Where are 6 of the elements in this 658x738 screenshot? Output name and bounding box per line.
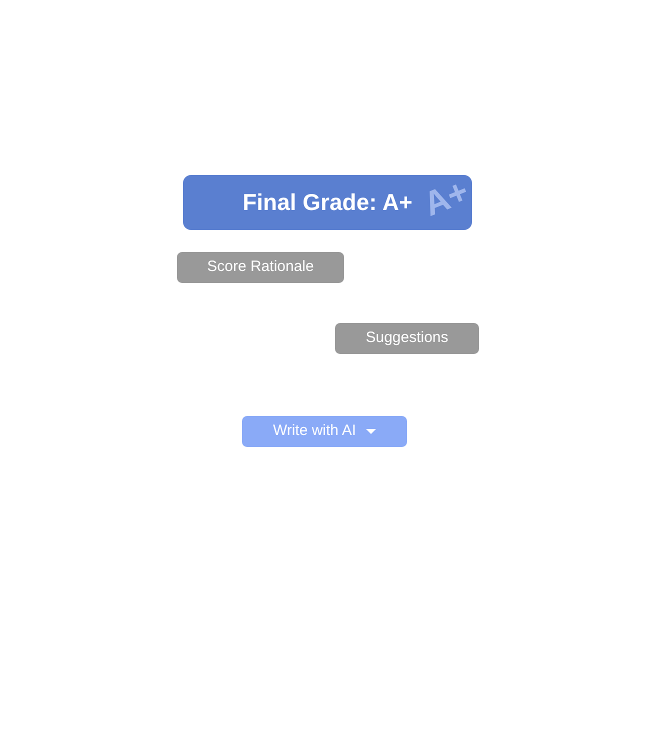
grade-title: Final Grade: A+ xyxy=(242,188,412,218)
write-with-ai-button[interactable]: Write with AI xyxy=(242,416,407,447)
caret-icon xyxy=(366,429,376,434)
section-button[interactable]: Suggestions xyxy=(335,323,479,354)
section-button[interactable]: Score Rationale xyxy=(177,252,344,283)
grade-watermark: A+ xyxy=(418,175,472,222)
